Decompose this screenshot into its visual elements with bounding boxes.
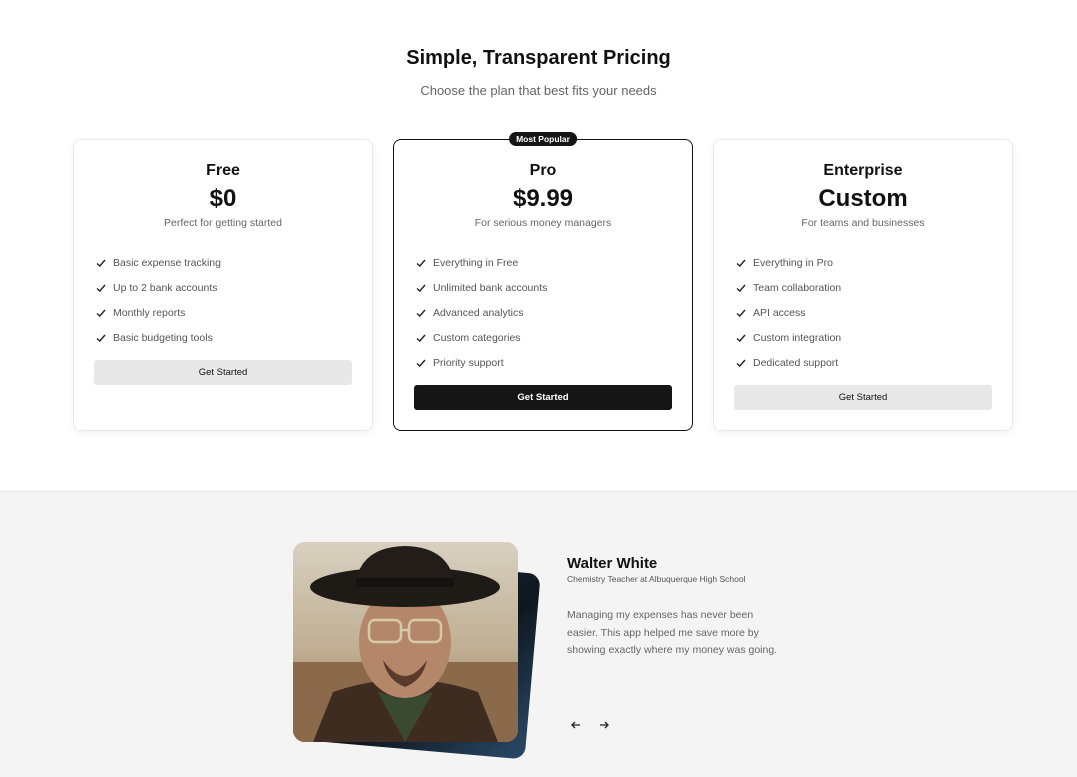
plan-description: For serious money managers (474, 217, 612, 229)
check-icon (416, 359, 426, 367)
plan-feature-label: Up to 2 bank accounts (113, 281, 218, 294)
check-icon (96, 259, 106, 267)
get-started-button-pro[interactable]: Get Started (414, 385, 672, 410)
check-icon (416, 284, 426, 292)
pricing-subtitle: Choose the plan that best fits your need… (420, 83, 657, 98)
plan-card-pro: Most Popular Pro $9.99 For serious money… (393, 132, 693, 431)
plan-feature: Priority support (415, 350, 547, 375)
check-icon (736, 284, 746, 292)
testimonial-section: Walter White Chemistry Teacher at Albuqu… (0, 491, 1077, 777)
plan-feature-label: Monthly reports (113, 306, 186, 319)
plan-feature: Everything in Pro (735, 250, 841, 275)
next-testimonial-button[interactable] (595, 716, 613, 734)
check-icon (736, 309, 746, 317)
portrait-illustration (293, 542, 518, 742)
plan-name: Free (206, 162, 240, 179)
plan-feature: Team collaboration (735, 275, 841, 300)
plan-feature: Everything in Free (415, 250, 547, 275)
check-icon (416, 309, 426, 317)
plan-feature: Dedicated support (735, 350, 841, 375)
plan-feature-label: Basic expense tracking (113, 256, 221, 269)
plan-feature-label: Everything in Pro (753, 256, 833, 269)
plan-feature-label: Custom integration (753, 331, 842, 344)
plan-feature-label: Dedicated support (753, 356, 839, 369)
plan-price: $9.99 (512, 185, 574, 212)
plan-description: Perfect for getting started (164, 217, 282, 229)
plan-feature-label: API access (753, 306, 806, 319)
plan-card-free: Free $0 Perfect for getting started Basi… (73, 139, 373, 431)
plan-feature-label: Basic budgeting tools (113, 331, 213, 344)
testimonial-quote: Managing my expenses has never been easi… (567, 609, 778, 656)
plan-card-enterprise: Enterprise Custom For teams and business… (713, 139, 1013, 431)
testimonial-avatar (293, 542, 518, 742)
plan-name: Enterprise (823, 162, 903, 179)
previous-testimonial-button[interactable] (567, 716, 585, 734)
plan-feature-list: Everything in Free Unlimited bank accoun… (415, 250, 547, 375)
testimonial-name: Walter White (567, 555, 658, 572)
plan-price: Custom (818, 185, 908, 212)
check-icon (736, 359, 746, 367)
plan-feature: Monthly reports (95, 300, 221, 325)
pricing-title: Simple, Transparent Pricing (406, 47, 671, 69)
plan-feature: Up to 2 bank accounts (95, 275, 221, 300)
plan-feature: Basic budgeting tools (95, 325, 221, 350)
plan-feature-list: Basic expense tracking Up to 2 bank acco… (95, 250, 221, 350)
plan-feature: Custom integration (735, 325, 841, 350)
plan-feature: Basic expense tracking (95, 250, 221, 275)
check-icon (96, 309, 106, 317)
plan-feature-label: Unlimited bank accounts (433, 281, 548, 294)
plan-feature-list: Everything in Pro Team collaboration API… (735, 250, 841, 375)
plan-feature: API access (735, 300, 841, 325)
arrow-right-icon (600, 721, 609, 729)
plan-feature: Advanced analytics (415, 300, 547, 325)
check-icon (416, 334, 426, 342)
check-icon (736, 334, 746, 342)
plan-feature-label: Everything in Free (433, 256, 519, 269)
check-icon (96, 284, 106, 292)
plan-description: For teams and businesses (801, 217, 925, 229)
plan-feature: Unlimited bank accounts (415, 275, 547, 300)
plan-feature-label: Team collaboration (753, 281, 842, 294)
get-started-button-enterprise[interactable]: Get Started (734, 385, 992, 410)
check-icon (416, 259, 426, 267)
plan-price: $0 (209, 185, 237, 212)
get-started-button-free[interactable]: Get Started (94, 360, 352, 385)
plan-feature-label: Custom categories (433, 331, 521, 344)
plan-feature-label: Priority support (433, 356, 504, 369)
pricing-section: Simple, Transparent Pricing Choose the p… (0, 0, 1077, 491)
plan-feature: Custom categories (415, 325, 547, 350)
most-popular-badge: Most Popular (509, 132, 577, 146)
testimonial-role: Chemistry Teacher at Albuquerque High Sc… (567, 574, 746, 584)
arrow-left-icon (571, 721, 580, 729)
check-icon (96, 334, 106, 342)
plan-feature-label: Advanced analytics (433, 306, 524, 319)
plan-name: Pro (529, 162, 557, 179)
check-icon (736, 259, 746, 267)
